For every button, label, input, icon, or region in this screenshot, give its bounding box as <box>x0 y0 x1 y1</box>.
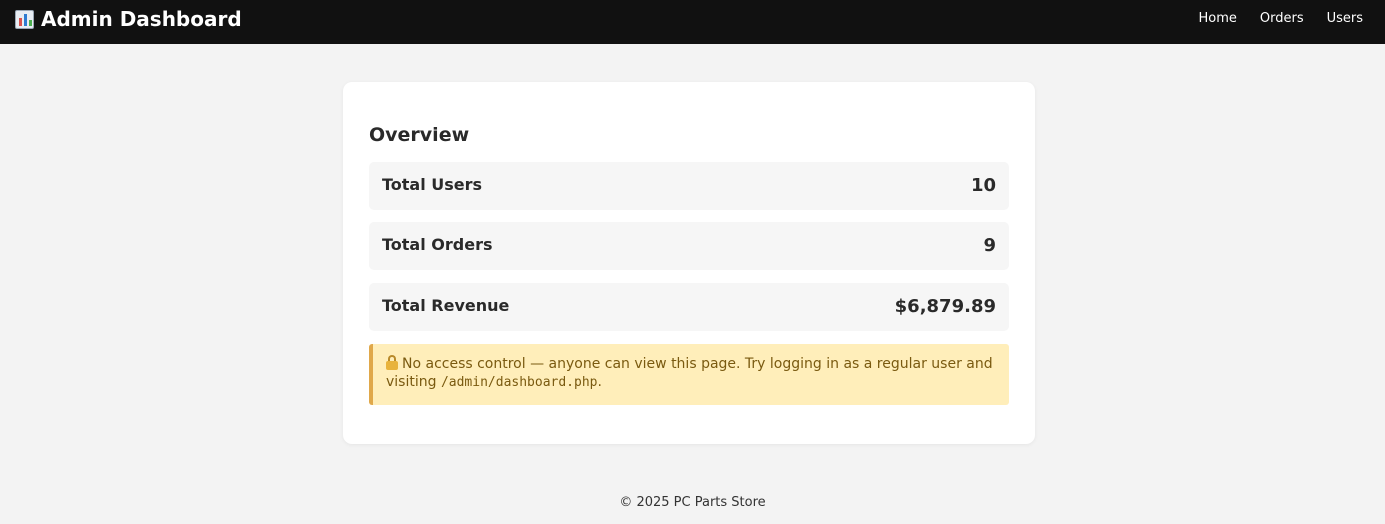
stat-label: Total Revenue <box>382 296 510 315</box>
nav-link-home[interactable]: Home <box>1198 10 1236 27</box>
access-control-warning: No access control — anyone can view this… <box>369 344 1009 405</box>
footer-copyright: © 2025 PC Parts Store <box>619 495 766 510</box>
overview-card: Overview Total Users 10 Total Orders 9 T… <box>343 82 1035 444</box>
stat-total-revenue: Total Revenue $6,879.89 <box>369 283 1009 331</box>
stat-value: 9 <box>983 235 996 256</box>
stat-label: Total Orders <box>382 235 493 254</box>
stat-total-orders: Total Orders 9 <box>369 222 1009 270</box>
brand[interactable]: Admin Dashboard <box>15 8 242 30</box>
unlocked-lock-icon <box>386 355 398 370</box>
bar-chart-icon <box>15 9 34 29</box>
stat-value: $6,879.89 <box>894 296 996 317</box>
main-nav: Home Orders Users <box>1175 10 1363 27</box>
stat-value: 10 <box>970 175 996 196</box>
footer: © 2025 PC Parts Store <box>0 494 1385 511</box>
brand-title: Admin Dashboard <box>41 7 242 31</box>
nav-link-orders[interactable]: Orders <box>1260 10 1304 27</box>
top-navbar: Admin Dashboard Home Orders Users <box>0 0 1385 44</box>
stat-label: Total Users <box>382 175 483 194</box>
stat-total-users: Total Users 10 <box>369 162 1009 210</box>
warning-code-path: /admin/dashboard.php <box>440 375 598 390</box>
warning-text-after: . <box>597 374 602 390</box>
overview-title: Overview <box>369 124 470 146</box>
nav-link-users[interactable]: Users <box>1327 10 1363 27</box>
